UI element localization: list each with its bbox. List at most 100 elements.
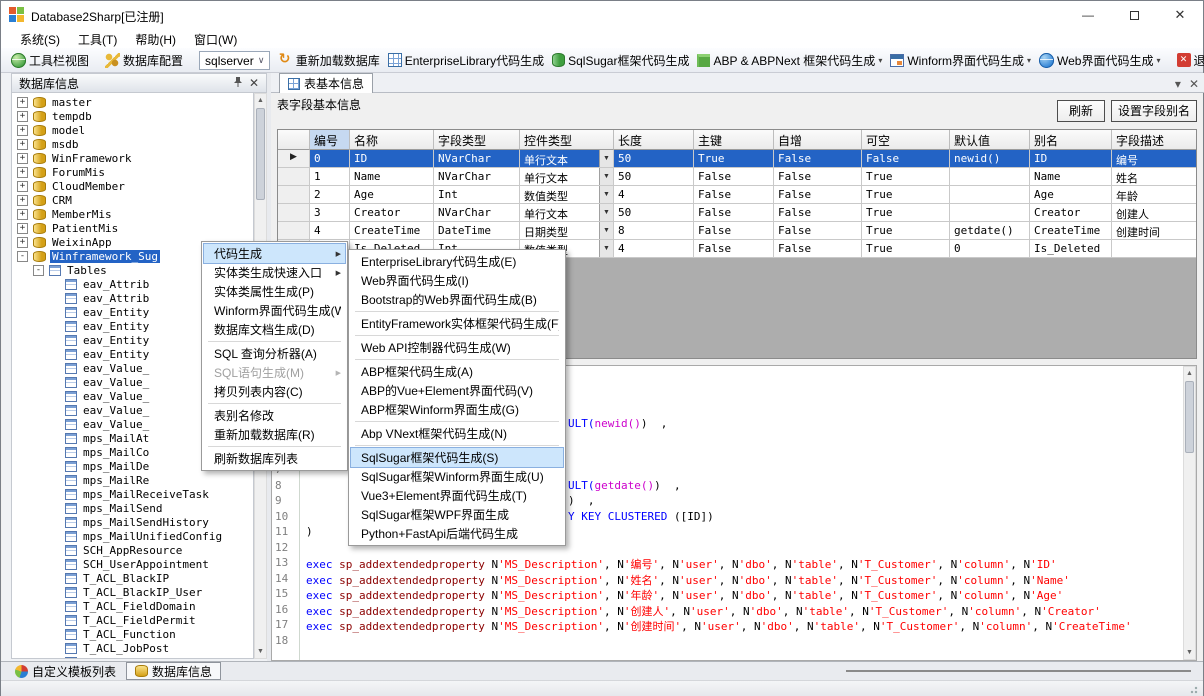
expand-icon[interactable]: +: [17, 181, 28, 192]
table-row[interactable]: 1NameNVarChar单行文本▼50FalseFalseTrueName姓名: [278, 168, 1196, 186]
horizontal-scrollbar[interactable]: [846, 670, 1191, 672]
tab-table-basic-info[interactable]: 表基本信息: [279, 73, 373, 93]
context-menu-item[interactable]: Winform界面代码生成(W): [204, 301, 345, 320]
grid-cell[interactable]: False: [694, 186, 774, 204]
row-selector[interactable]: ▶: [278, 150, 310, 168]
grid-cell[interactable]: NVarChar: [434, 168, 520, 186]
grid-cell[interactable]: 单行文本▼: [520, 168, 614, 186]
submenu-item[interactable]: SqlSugar框架代码生成(S): [351, 448, 563, 467]
table-row[interactable]: 3CreatorNVarChar单行文本▼50FalseFalseTrueCre…: [278, 204, 1196, 222]
grid-cell[interactable]: False: [694, 204, 774, 222]
toolbar-button-winform-codegen[interactable]: Winform界面代码生成▾: [887, 50, 1034, 71]
grid-cell[interactable]: getdate(): [950, 222, 1030, 240]
grid-cell[interactable]: False: [862, 150, 950, 168]
submenu-item[interactable]: Vue3+Element界面代码生成(T): [351, 486, 563, 505]
submenu-item[interactable]: ABP框架代码生成(A): [351, 362, 563, 381]
grid-cell[interactable]: ID: [350, 150, 434, 168]
grid-cell[interactable]: True: [862, 240, 950, 258]
chevron-down-icon[interactable]: ▼: [599, 186, 613, 203]
tree-table-item[interactable]: T_ACL_BlackIP_User: [12, 585, 253, 599]
toolbar-button-abp-codegen[interactable]: ABP & ABPNext 框架代码生成▾: [694, 50, 885, 71]
tree-db-item[interactable]: +ForumMis: [12, 165, 253, 179]
grid-col-header[interactable]: 字段类型: [434, 130, 520, 150]
grid-cell[interactable]: 50: [614, 150, 694, 168]
grid-cell[interactable]: ID: [1030, 150, 1112, 168]
grid-col-header[interactable]: 名称: [350, 130, 434, 150]
chevron-down-icon[interactable]: ▾: [1027, 56, 1031, 65]
minimize-button[interactable]: —: [1065, 1, 1111, 29]
expand-icon[interactable]: +: [17, 209, 28, 220]
menubar-item[interactable]: 帮助(H): [126, 29, 185, 48]
context-menu-item[interactable]: 数据库文档生成(D): [204, 320, 345, 339]
grid-cell[interactable]: True: [862, 204, 950, 222]
context-menu-item[interactable]: 表别名修改: [204, 406, 345, 425]
scroll-up-icon[interactable]: ▲: [1184, 367, 1195, 380]
chevron-down-icon[interactable]: ▼: [599, 168, 613, 185]
tree-table-item[interactable]: T_ACL_FieldDomain: [12, 599, 253, 613]
context-menu-item[interactable]: 重新加载数据库(R): [204, 425, 345, 444]
grid-cell[interactable]: Name: [350, 168, 434, 186]
grid-cell[interactable]: 编号: [1112, 150, 1197, 168]
scroll-down-icon[interactable]: ▼: [1184, 646, 1195, 659]
tree-table-item[interactable]: mps_MailRe: [12, 473, 253, 487]
grid-cell[interactable]: 1: [310, 168, 350, 186]
submenu-item[interactable]: Web API控制器代码生成(W): [351, 338, 563, 357]
chevron-down-icon[interactable]: ▾: [878, 56, 882, 65]
bottom-tab-custom-templates[interactable]: 自定义模板列表: [7, 662, 124, 680]
grid-col-header[interactable]: 主键: [694, 130, 774, 150]
row-selector[interactable]: [278, 204, 310, 222]
context-menu-item[interactable]: SQL语句生成(M)▶: [204, 363, 345, 382]
tree-db-item[interactable]: +WinFramework: [12, 151, 253, 165]
set-field-alias-button[interactable]: 设置字段别名: [1111, 100, 1197, 122]
grid-cell[interactable]: False: [694, 240, 774, 258]
submenu-item[interactable]: Python+FastApi后端代码生成: [351, 524, 563, 543]
context-menu-item[interactable]: SQL 查询分析器(A): [204, 344, 345, 363]
submenu-item[interactable]: ABP框架Winform界面生成(G): [351, 400, 563, 419]
grid-cell[interactable]: 4: [614, 240, 694, 258]
tree-table-item[interactable]: T_ACL_LoginLog: [12, 655, 253, 659]
expand-icon[interactable]: +: [17, 125, 28, 136]
submenu-item[interactable]: Abp VNext框架代码生成(N): [351, 424, 563, 443]
grid-cell[interactable]: False: [774, 204, 862, 222]
tree-table-item[interactable]: T_ACL_FieldPermit: [12, 613, 253, 627]
tree-db-item[interactable]: +PatientMis: [12, 221, 253, 235]
grid-cell[interactable]: Creator: [1030, 204, 1112, 222]
grid-cell[interactable]: 50: [614, 168, 694, 186]
chevron-down-icon[interactable]: ▼: [599, 240, 613, 257]
resize-grip[interactable]: [1190, 684, 1200, 694]
grid-cell[interactable]: 数值类型▼: [520, 186, 614, 204]
grid-cell[interactable]: 3: [310, 204, 350, 222]
tab-list-dropdown-icon[interactable]: ▾: [1175, 77, 1181, 91]
panel-close-button[interactable]: ✕: [246, 76, 262, 90]
grid-col-header[interactable]: 编号: [310, 130, 350, 150]
toolbar-button-reload-database[interactable]: 重新加载数据库: [275, 50, 383, 71]
expand-icon[interactable]: +: [17, 139, 28, 150]
grid-cell[interactable]: 创建人: [1112, 204, 1197, 222]
submenu-item[interactable]: SqlSugar框架Winform界面生成(U): [351, 467, 563, 486]
grid-cell[interactable]: 2: [310, 186, 350, 204]
expand-icon[interactable]: +: [17, 97, 28, 108]
sql-scrollbar[interactable]: ▲ ▼: [1183, 366, 1196, 660]
row-selector[interactable]: [278, 168, 310, 186]
tree-table-item[interactable]: T_ACL_Function: [12, 627, 253, 641]
expand-icon[interactable]: +: [17, 153, 28, 164]
grid-cell[interactable]: False: [694, 222, 774, 240]
grid-col-header[interactable]: 默认值: [950, 130, 1030, 150]
grid-cell[interactable]: 0: [310, 150, 350, 168]
grid-col-header[interactable]: 字段描述: [1112, 130, 1197, 150]
scroll-down-icon[interactable]: ▼: [255, 645, 266, 658]
grid-cell[interactable]: False: [694, 168, 774, 186]
grid-cell[interactable]: Int: [434, 186, 520, 204]
grid-cell[interactable]: DateTime: [434, 222, 520, 240]
chevron-down-icon[interactable]: ∨: [254, 52, 269, 69]
menubar-item[interactable]: 窗口(W): [185, 29, 246, 48]
row-selector[interactable]: [278, 222, 310, 240]
toolbar-button-enterpriselibrary-codegen[interactable]: EnterpriseLibrary代码生成: [385, 50, 547, 71]
table-row[interactable]: 4CreateTimeDateTime日期类型▼8FalseFalseTrueg…: [278, 222, 1196, 240]
chevron-down-icon[interactable]: ▼: [599, 204, 613, 221]
tree-table-item[interactable]: SCH_UserAppointment: [12, 557, 253, 571]
tree-table-item[interactable]: T_ACL_BlackIP: [12, 571, 253, 585]
grid-col-header[interactable]: 控件类型: [520, 130, 614, 150]
context-menu-item[interactable]: 拷贝列表内容(C): [204, 382, 345, 401]
grid-cell[interactable]: 姓名: [1112, 168, 1197, 186]
